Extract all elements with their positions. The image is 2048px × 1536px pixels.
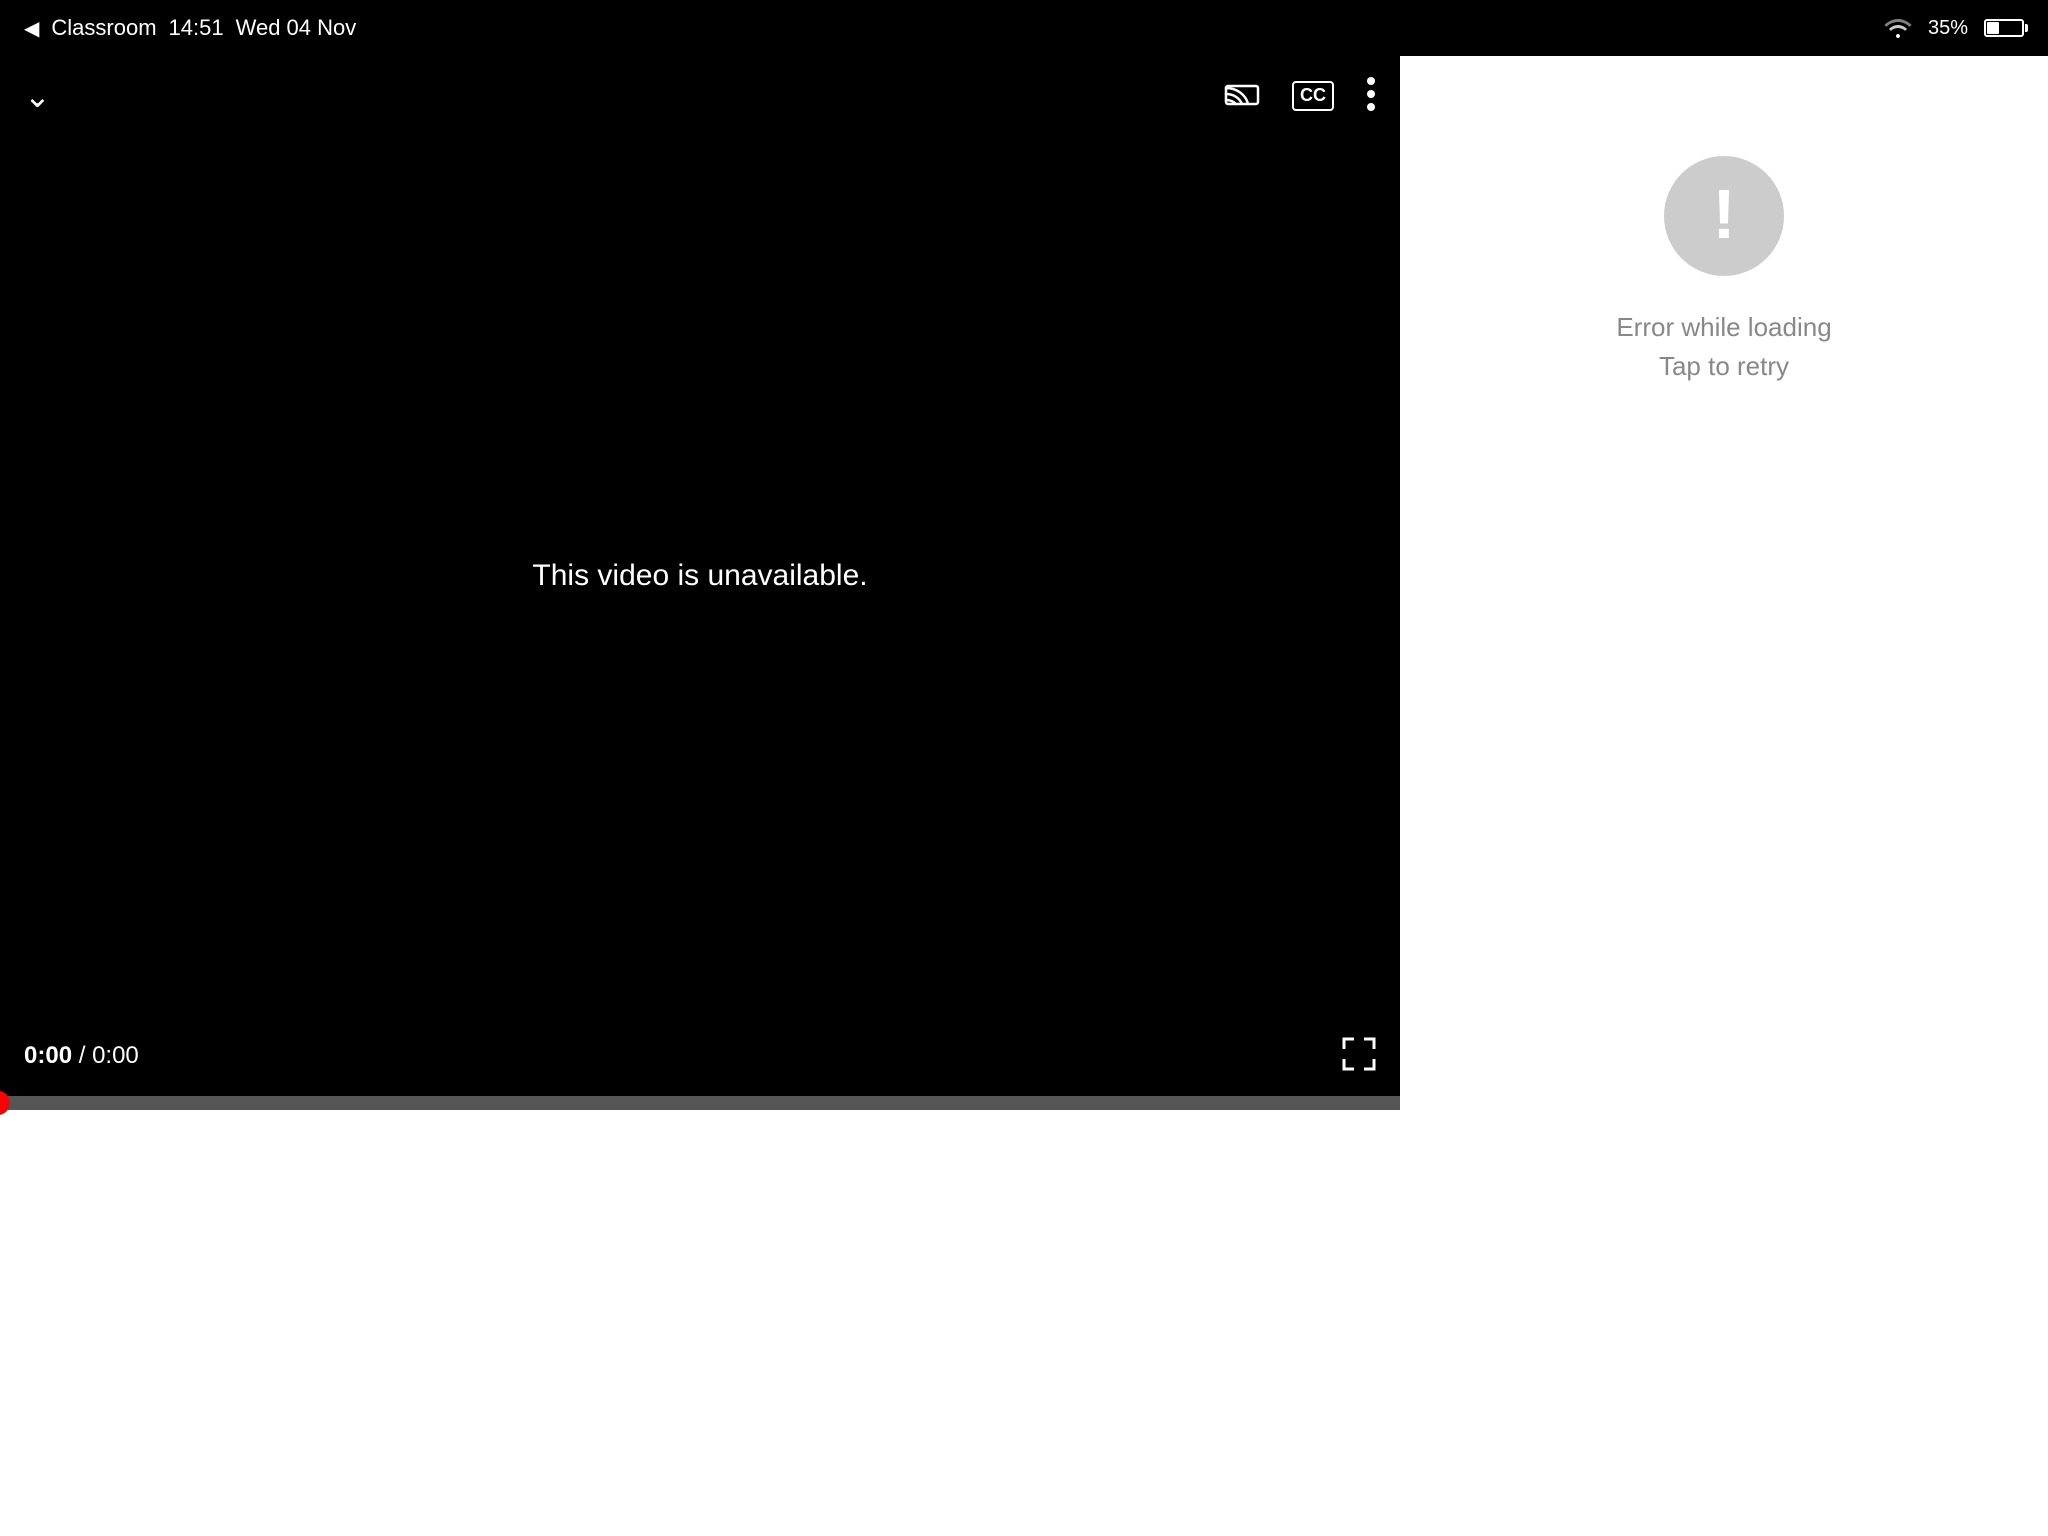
battery-percent: 35% [1928,17,1968,40]
time-total: 0:00 [92,1042,139,1069]
video-top-controls: ⌄ CC [0,56,1400,136]
closed-captions-label: CC [1292,81,1334,111]
chevron-down-icon[interactable]: ⌄ [24,80,51,112]
error-icon-circle: ! [1664,156,1784,276]
bottom-content-area [0,1110,1400,1536]
app-name: Classroom [51,15,156,41]
video-unavailable-text: This video is unavailable. [532,559,867,593]
more-icon [1366,76,1376,112]
fullscreen-button[interactable] [1342,1037,1376,1076]
back-arrow-icon[interactable]: ◀ [24,16,39,41]
time-separator: / [79,1042,92,1069]
cast-icon [1224,80,1260,108]
error-message: Error while loading Tap to retry [1616,308,1831,386]
error-line2: Tap to retry [1616,347,1831,386]
error-line1: Error while loading [1616,308,1831,347]
wifi-icon [1884,18,1912,38]
time-display: 0:00 / 0:00 [24,1042,139,1070]
video-top-right: CC [1224,76,1376,117]
status-bar-right: 35% [1884,17,2024,40]
video-bottom-controls: 0:00 / 0:00 [0,1016,1400,1096]
cast-button[interactable] [1224,80,1260,113]
time-current: 0:00 [24,1042,72,1069]
status-bar-left: ◀ Classroom 14:51 Wed 04 Nov [24,15,356,41]
status-bar: ◀ Classroom 14:51 Wed 04 Nov 35% [0,0,2048,56]
progress-bar[interactable] [0,1096,1400,1110]
exclamation-icon: ! [1712,179,1735,249]
right-panel[interactable]: ! Error while loading Tap to retry [1400,56,2048,1536]
cc-button[interactable]: CC [1292,81,1334,111]
status-time: 14:51 [169,15,224,41]
fullscreen-icon [1342,1037,1376,1071]
video-unavailable-overlay: This video is unavailable. [0,56,1400,1096]
video-top-left: ⌄ [24,80,51,112]
status-date: Wed 04 Nov [236,15,357,41]
more-options-button[interactable] [1366,76,1376,117]
battery-icon [1984,19,2024,37]
